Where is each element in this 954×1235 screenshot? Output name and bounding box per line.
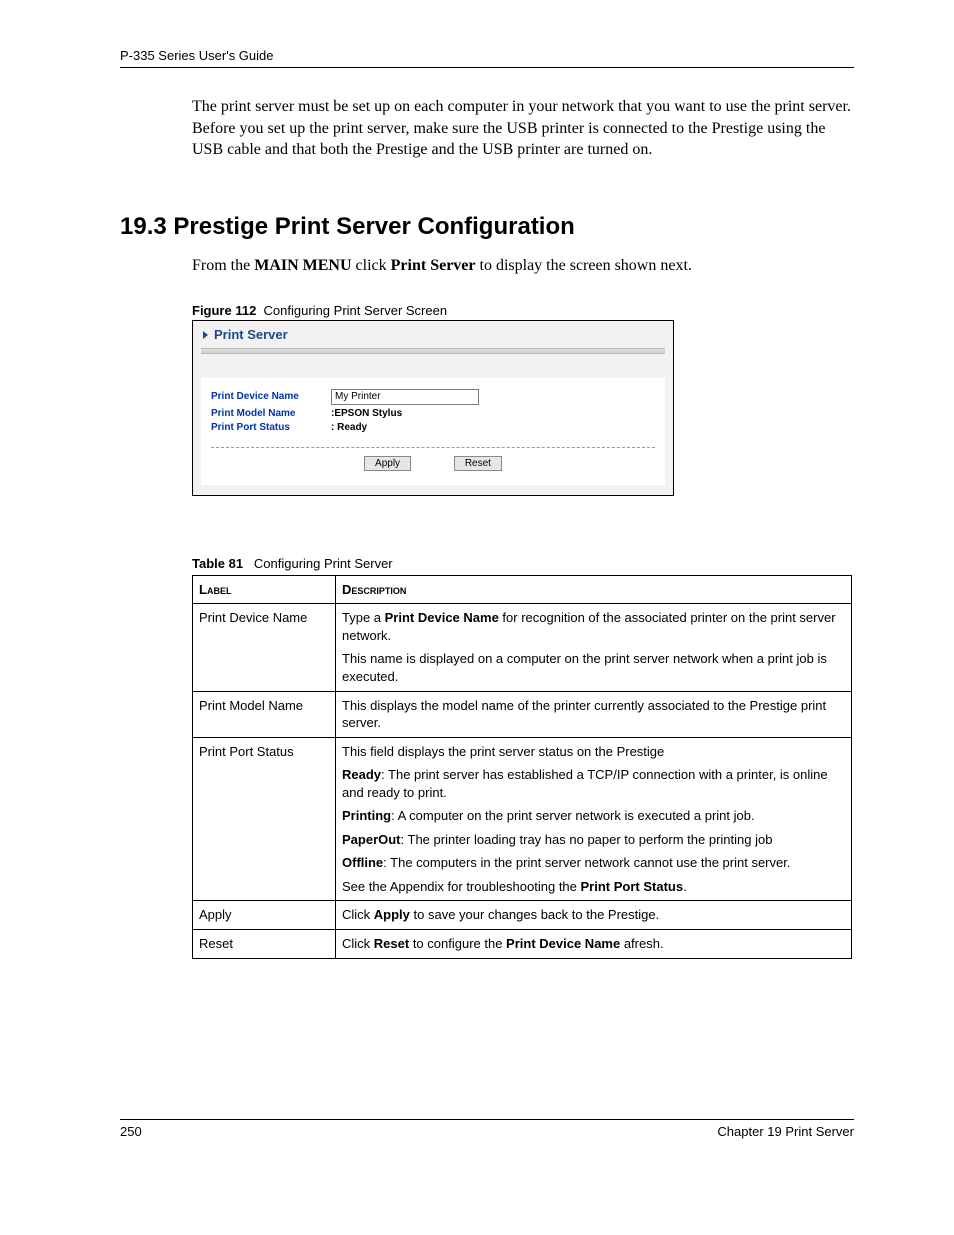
- figure-label: Figure 112: [192, 303, 256, 318]
- label-print-model-name: Print Model Name: [211, 408, 331, 419]
- cell-description: This displays the model name of the prin…: [336, 691, 852, 737]
- button-row: Apply Reset: [211, 456, 655, 471]
- text-bold: Ready: [342, 767, 381, 782]
- chapter-label: Chapter 19 Print Server: [717, 1124, 854, 1139]
- text: This displays the model name of the prin…: [342, 697, 845, 732]
- intro-paragraph: The print server must be set up on each …: [192, 96, 854, 161]
- table-row: Reset Click Reset to configure the Print…: [193, 929, 852, 958]
- table-row: Apply Click Apply to save your changes b…: [193, 901, 852, 930]
- col-label: Label: [193, 575, 336, 604]
- panel-title-text: Print Server: [214, 327, 288, 342]
- row-device-name: Print Device Name: [211, 389, 655, 405]
- text: : The computers in the print server netw…: [383, 855, 790, 870]
- text: Click: [342, 936, 374, 951]
- cell-label: Apply: [193, 901, 336, 930]
- text: to display the screen shown next.: [476, 257, 692, 274]
- screenshot-print-server: Print Server Print Device Name Print Mod…: [192, 320, 674, 496]
- reset-button[interactable]: Reset: [454, 456, 502, 471]
- text: : A computer on the print server network…: [391, 808, 754, 823]
- text: This name is displayed on a computer on …: [342, 650, 845, 685]
- text-bold: Print Device Name: [506, 936, 620, 951]
- text: click: [352, 257, 391, 274]
- text-bold: Printing: [342, 808, 391, 823]
- label-print-device-name: Print Device Name: [211, 391, 331, 402]
- table-row: Print Device Name Type a Print Device Na…: [193, 604, 852, 691]
- cell-description: This field displays the print server sta…: [336, 737, 852, 901]
- table-row: Print Port Status This field displays th…: [193, 737, 852, 901]
- input-print-device-name[interactable]: [331, 389, 479, 405]
- text: See the Appendix for troubleshooting the: [342, 879, 581, 894]
- text-bold: Offline: [342, 855, 383, 870]
- text-bold: Apply: [374, 907, 410, 922]
- running-header: P-335 Series User's Guide: [120, 48, 854, 68]
- figure-caption-text: Configuring Print Server Screen: [264, 303, 448, 318]
- text-bold: Reset: [374, 936, 409, 951]
- value-print-model-name: :EPSON Stylus: [331, 408, 402, 419]
- text-bold: MAIN MENU: [254, 257, 351, 274]
- page-footer: 250 Chapter 19 Print Server: [120, 1119, 854, 1139]
- table-header-row: Label Description: [193, 575, 852, 604]
- text: Click: [342, 907, 374, 922]
- cell-description: Click Apply to save your changes back to…: [336, 901, 852, 930]
- text: This field displays the print server sta…: [342, 743, 845, 761]
- text: to configure the: [409, 936, 506, 951]
- col-description: Description: [336, 575, 852, 604]
- text-bold: PaperOut: [342, 832, 401, 847]
- divider: [201, 348, 665, 354]
- cell-label: Print Device Name: [193, 604, 336, 691]
- cell-label: Print Model Name: [193, 691, 336, 737]
- text: : The print server has established a TCP…: [342, 767, 828, 800]
- text: afresh.: [620, 936, 663, 951]
- cell-label: Reset: [193, 929, 336, 958]
- text: .: [683, 879, 687, 894]
- value-print-port-status: : Ready: [331, 422, 367, 433]
- text-bold: Print Server: [391, 257, 476, 274]
- text: to save your changes back to the Prestig…: [410, 907, 659, 922]
- table-row: Print Model Name This displays the model…: [193, 691, 852, 737]
- section-intro: From the MAIN MENU click Print Server to…: [192, 257, 854, 275]
- row-model-name: Print Model Name :EPSON Stylus: [211, 408, 655, 419]
- figure-caption: Figure 112 Configuring Print Server Scre…: [192, 303, 854, 318]
- apply-button[interactable]: Apply: [364, 456, 411, 471]
- text: From the: [192, 257, 254, 274]
- label-print-port-status: Print Port Status: [211, 422, 331, 433]
- text-bold: Print Port Status: [581, 879, 684, 894]
- table-label: Table 81: [192, 556, 243, 571]
- cell-description: Click Reset to configure the Print Devic…: [336, 929, 852, 958]
- row-port-status: Print Port Status : Ready: [211, 422, 655, 433]
- page-number: 250: [120, 1124, 142, 1139]
- panel-title: Print Server: [193, 321, 673, 346]
- cell-description: Type a Print Device Name for recognition…: [336, 604, 852, 691]
- panel-body: Print Device Name Print Model Name :EPSO…: [201, 378, 665, 485]
- section-heading: 19.3 Prestige Print Server Configuration: [120, 213, 854, 241]
- text: Type a: [342, 610, 385, 625]
- table-caption: Table 81 Configuring Print Server: [192, 556, 854, 571]
- table-caption-text: Configuring Print Server: [254, 556, 393, 571]
- text: : The printer loading tray has no paper …: [401, 832, 773, 847]
- arrow-right-icon: [203, 331, 208, 339]
- text-bold: Print Device Name: [385, 610, 499, 625]
- divider: [211, 447, 655, 448]
- cell-label: Print Port Status: [193, 737, 336, 901]
- description-table: Label Description Print Device Name Type…: [192, 575, 852, 959]
